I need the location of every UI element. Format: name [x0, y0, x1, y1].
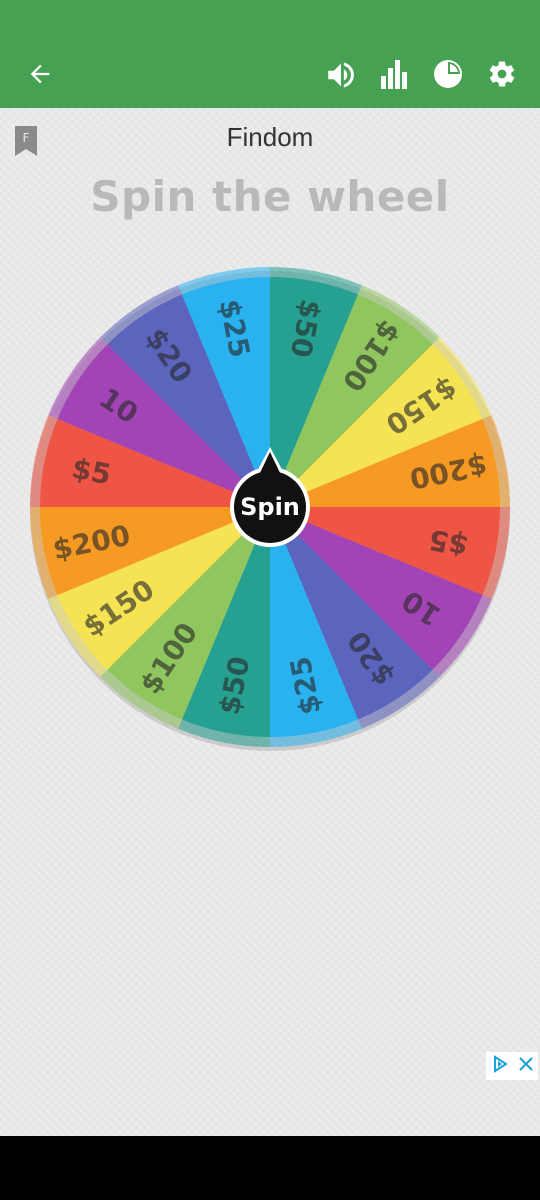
app-bar [0, 0, 540, 108]
page-subtitle: Spin the wheel [90, 172, 450, 221]
pie-chart-icon[interactable] [430, 56, 466, 92]
adchoices-icon[interactable] [491, 1055, 509, 1077]
close-icon[interactable] [518, 1056, 534, 1076]
volume-icon[interactable] [322, 56, 360, 94]
system-nav-bar [0, 1136, 540, 1200]
settings-gear-icon[interactable] [484, 56, 520, 92]
back-arrow-icon[interactable] [22, 56, 58, 92]
spin-wheel[interactable]: $50 $100 $150 $200 $5 10 $20 $25 $50 $100 $150 $200… [20, 257, 520, 761]
ad-choices-bar [486, 1052, 538, 1080]
page-title: Findom [226, 122, 314, 152]
spin-label: Spin [240, 493, 300, 521]
bar-chart-icon[interactable] [376, 56, 412, 92]
